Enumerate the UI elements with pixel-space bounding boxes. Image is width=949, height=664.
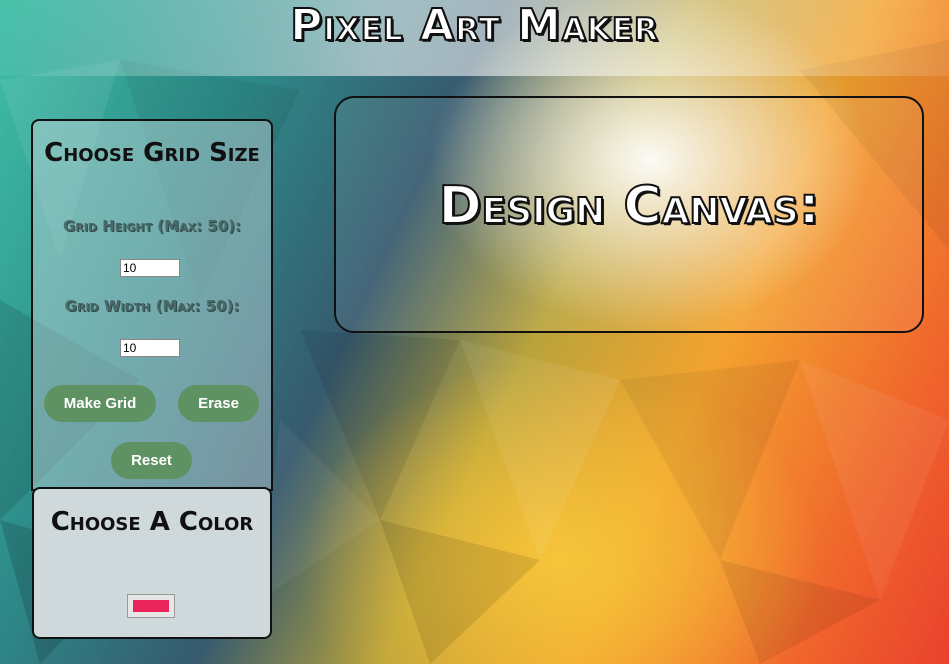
color-picker[interactable] <box>127 594 175 618</box>
reset-button[interactable]: Reset <box>111 442 192 479</box>
color-heading: Choose A Color <box>50 507 254 537</box>
grid-size-panel: Choose Grid Size Grid Height (Max: 50): … <box>31 119 273 491</box>
grid-height-label: Grid Height (Max: 50): <box>62 217 242 235</box>
grid-width-label: Grid Width (Max: 50): <box>64 297 240 315</box>
page-title: Pixel Art Maker <box>289 0 659 52</box>
erase-button[interactable]: Erase <box>178 385 259 422</box>
grid-width-input[interactable] <box>120 339 180 357</box>
color-panel: Choose A Color <box>32 487 272 639</box>
design-canvas-title: Design Canvas: <box>437 175 820 237</box>
design-canvas[interactable]: Design Canvas: <box>334 96 924 333</box>
grid-height-input[interactable] <box>120 259 180 277</box>
make-grid-button[interactable]: Make Grid <box>44 385 156 422</box>
color-swatch <box>133 600 169 612</box>
grid-size-heading: Choose Grid Size <box>44 138 260 168</box>
